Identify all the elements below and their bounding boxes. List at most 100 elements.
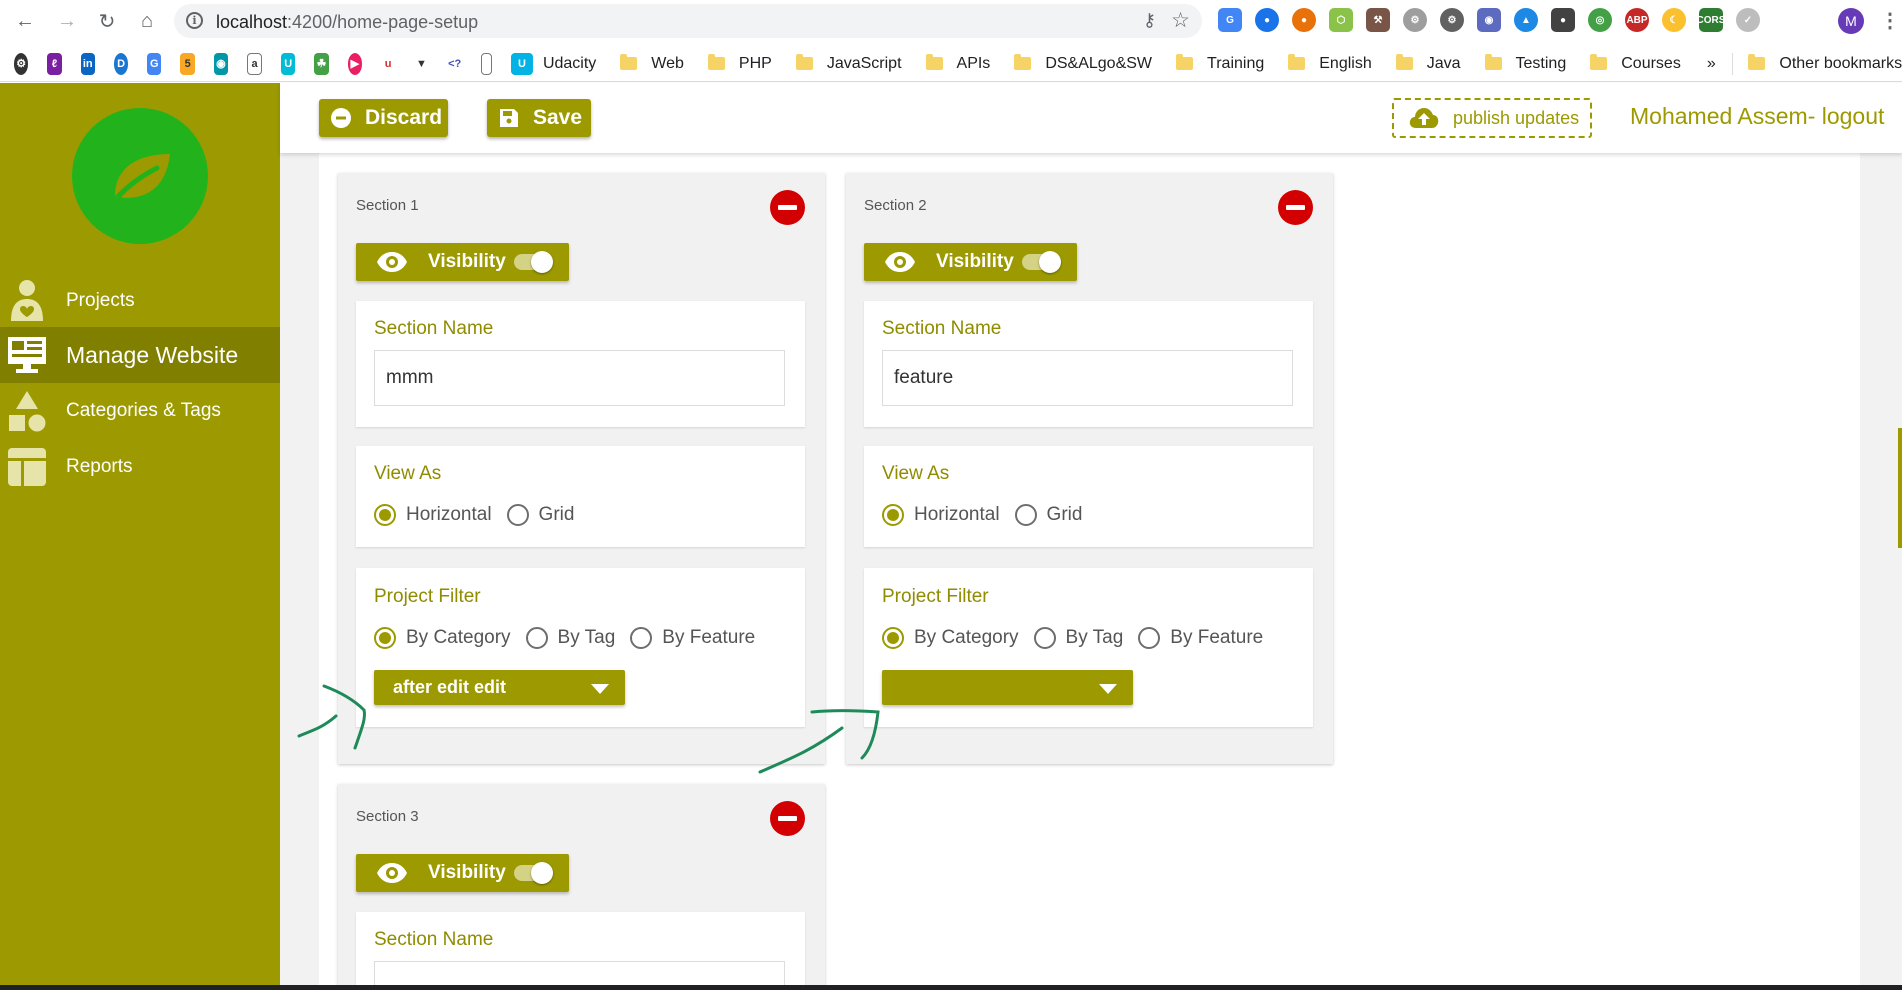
hammer-extension-icon[interactable]: ⚒ xyxy=(1366,8,1390,32)
bookmark-folder-apis[interactable]: APIs xyxy=(925,54,990,73)
radio-by-feature[interactable]: By Feature xyxy=(630,627,755,649)
folder-icon xyxy=(925,54,943,70)
linkedin-icon[interactable]: in xyxy=(80,52,95,75)
bookmark-folder-other[interactable]: Other bookmarks xyxy=(1748,54,1902,73)
category-dropdown[interactable]: after edit edit xyxy=(374,670,625,705)
blue-circle-extension-icon[interactable]: ● xyxy=(1255,8,1279,32)
orange-extension-icon[interactable]: ● xyxy=(1292,8,1316,32)
bookmark-icon[interactable]: ⚙ xyxy=(14,52,29,75)
bookmark-folder-courses[interactable]: Courses xyxy=(1590,54,1681,73)
glasses-extension-icon[interactable]: ◉ xyxy=(1477,8,1501,32)
radio-by-category[interactable]: By Category xyxy=(374,627,511,649)
user-logout-link[interactable]: Mohamed Assem- logout xyxy=(1630,103,1884,130)
radio-horizontal[interactable]: Horizontal xyxy=(374,504,492,526)
translate-extension-icon[interactable]: G xyxy=(1218,8,1242,32)
radio-horizontal[interactable]: Horizontal xyxy=(882,504,1000,526)
globe-extension-icon[interactable]: ◎ xyxy=(1588,8,1612,32)
visibility-toggle[interactable] xyxy=(1022,251,1061,273)
scrollbar-thumb[interactable] xyxy=(1898,428,1902,548)
discard-button[interactable]: Discard xyxy=(319,99,448,137)
bookmark-folder-dsalgo[interactable]: DS&ALgo&SW xyxy=(1014,54,1152,73)
visibility-button[interactable]: Visibility xyxy=(864,243,1077,281)
dell-icon[interactable]: D xyxy=(113,52,129,75)
publish-updates-button[interactable]: publish updates xyxy=(1392,98,1592,138)
save-button[interactable]: Save xyxy=(487,99,591,137)
bookmark-icon[interactable]: ▶ xyxy=(347,52,362,75)
back-arrow-icon[interactable]: ← xyxy=(12,8,38,34)
home-icon[interactable]: ⌂ xyxy=(134,8,160,34)
profile-avatar[interactable]: M xyxy=(1838,8,1864,34)
bookmark-folder-english[interactable]: English xyxy=(1288,54,1372,73)
drop-extension-icon[interactable]: ▲ xyxy=(1514,8,1538,32)
section-name-input[interactable] xyxy=(882,350,1293,406)
remove-section-button[interactable] xyxy=(770,801,805,836)
remove-section-button[interactable] xyxy=(1278,190,1313,225)
eye-icon xyxy=(376,251,408,273)
node-extension-icon[interactable]: ⬡ xyxy=(1329,8,1353,32)
star-icon[interactable]: ☆ xyxy=(1171,8,1190,33)
visibility-button[interactable]: Visibility xyxy=(356,243,569,281)
radio-by-feature[interactable]: By Feature xyxy=(1138,627,1263,649)
page-icon[interactable] xyxy=(480,52,492,75)
project-filter-radio-group: By Category By Tag By Feature xyxy=(374,627,770,649)
bookmark-folder-training[interactable]: Training xyxy=(1176,54,1264,73)
folder-icon xyxy=(1484,54,1502,70)
remove-section-button[interactable] xyxy=(770,190,805,225)
cog-extension-icon[interactable]: ⚙ xyxy=(1440,8,1464,32)
gear-extension-icon[interactable]: ⚙ xyxy=(1403,8,1427,32)
top-app-bar: Discard Save publish updates Mohamed Ass… xyxy=(280,83,1902,153)
visibility-toggle[interactable] xyxy=(514,862,553,884)
browser-toolbar: ← → ↻ ⌂ i localhost:4200/home-page-setup… xyxy=(0,0,1902,42)
radio-by-category[interactable]: By Category xyxy=(882,627,1019,649)
moon-extension-icon[interactable]: ☾ xyxy=(1662,8,1686,32)
sidebar-item-manage-website[interactable]: Manage Website xyxy=(0,327,280,383)
bookmark-icon[interactable]: U xyxy=(281,52,296,75)
bookmark-icon[interactable]: ☘ xyxy=(314,52,329,75)
radio-empty-icon xyxy=(1033,627,1056,649)
sidebar-item-categories-tags[interactable]: Categories & Tags xyxy=(0,383,280,439)
bookmark-icon[interactable]: a xyxy=(247,52,263,75)
radio-grid[interactable]: Grid xyxy=(1014,504,1082,526)
category-dropdown[interactable] xyxy=(882,670,1133,705)
radio-by-tag[interactable]: By Tag xyxy=(525,627,615,649)
sidebar-item-reports[interactable]: Reports xyxy=(0,439,280,495)
sidebar-item-projects[interactable]: Projects xyxy=(0,273,280,329)
translate-icon[interactable]: G xyxy=(147,52,162,75)
visibility-toggle[interactable] xyxy=(514,251,553,273)
visibility-button[interactable]: Visibility xyxy=(356,854,569,892)
bookmark-folder-php[interactable]: PHP xyxy=(707,54,772,73)
floppy-disk-icon xyxy=(499,108,519,128)
folder-icon xyxy=(1395,54,1413,70)
bookmark-folder-testing[interactable]: Testing xyxy=(1484,54,1566,73)
bulb-extension-icon[interactable]: ● xyxy=(1551,8,1575,32)
address-bar[interactable]: i localhost:4200/home-page-setup ⚷ ☆ xyxy=(174,4,1202,38)
radio-checked-icon xyxy=(374,504,396,526)
bookmark-folder-java[interactable]: Java xyxy=(1395,54,1461,73)
bookmark-five-icon[interactable]: 5 xyxy=(180,52,195,75)
adblock-extension-icon[interactable]: ABP xyxy=(1625,8,1649,32)
info-icon[interactable]: i xyxy=(186,12,203,29)
forward-arrow-icon[interactable]: → xyxy=(54,8,80,34)
bookmark-icon[interactable]: ℓ xyxy=(47,52,62,75)
radio-by-tag[interactable]: By Tag xyxy=(1033,627,1123,649)
project-filter-radio-group: By Category By Tag By Feature xyxy=(882,627,1278,649)
leaf-logo-icon[interactable] xyxy=(72,108,208,244)
key-icon[interactable]: ⚷ xyxy=(1143,10,1156,31)
bookmark-icon[interactable]: ◉ xyxy=(213,52,229,75)
menu-dots-icon[interactable]: ⋮ xyxy=(1880,8,1900,33)
section-name-input[interactable] xyxy=(374,350,785,406)
radio-grid[interactable]: Grid xyxy=(506,504,574,526)
bookmarks-overflow-chevron[interactable]: » xyxy=(1707,55,1716,73)
cors-extension-icon[interactable]: CORS xyxy=(1697,8,1725,32)
bookmark-icon[interactable]: ▼ xyxy=(414,52,429,75)
bookmark-folder-web[interactable]: Web xyxy=(620,54,684,73)
bookmark-icon[interactable]: <? xyxy=(447,52,462,75)
radio-checked-icon xyxy=(374,627,396,649)
reload-icon[interactable]: ↻ xyxy=(94,8,120,34)
bookmark-udacity[interactable]: U Udacity xyxy=(510,52,596,75)
url-text[interactable]: localhost:4200/home-page-setup xyxy=(216,12,478,33)
view-as-radio-group: Horizontal Grid xyxy=(882,504,1097,526)
bookmark-folder-javascript[interactable]: JavaScript xyxy=(795,54,902,73)
bookmark-icon[interactable]: u xyxy=(380,52,396,75)
circle-extension-icon[interactable]: ✓ xyxy=(1736,8,1760,32)
